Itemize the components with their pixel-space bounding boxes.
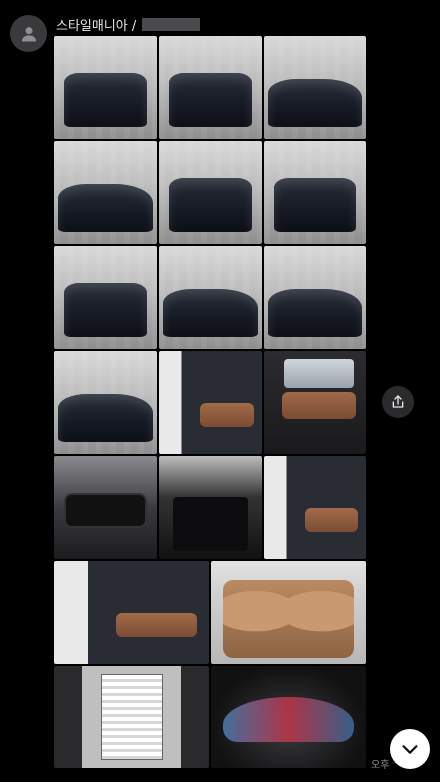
share-button[interactable] xyxy=(382,386,414,418)
photo-3[interactable] xyxy=(264,36,366,139)
photo-15[interactable] xyxy=(264,456,366,559)
chevron-down-icon xyxy=(402,745,418,754)
share-icon xyxy=(392,395,404,408)
photo-14[interactable] xyxy=(159,456,262,559)
photo-2[interactable] xyxy=(159,36,262,139)
photo-18[interactable] xyxy=(54,666,209,768)
sender-name: 스타일매니아 / xyxy=(56,15,201,34)
photo-7[interactable] xyxy=(54,246,157,349)
photo-1[interactable] xyxy=(54,36,157,139)
redacted-name xyxy=(142,17,201,31)
photo-5[interactable] xyxy=(159,141,262,244)
photo-11[interactable] xyxy=(159,351,262,454)
photo-13[interactable] xyxy=(54,456,157,559)
photo-19[interactable] xyxy=(211,666,366,768)
sender-avatar[interactable] xyxy=(10,15,47,52)
photo-12[interactable] xyxy=(264,351,366,454)
photo-8[interactable] xyxy=(159,246,262,349)
person-icon xyxy=(21,26,36,41)
photo-6[interactable] xyxy=(264,141,366,244)
scroll-to-bottom-button[interactable] xyxy=(390,729,430,769)
photo-9[interactable] xyxy=(264,246,366,349)
photo-16[interactable] xyxy=(54,561,209,664)
photo-album xyxy=(54,36,366,768)
photo-17[interactable] xyxy=(211,561,366,664)
photo-10[interactable] xyxy=(54,351,157,454)
sender-name-text: 스타일매니아 / xyxy=(56,18,137,34)
photo-4[interactable] xyxy=(54,141,157,244)
message-time: 오후 xyxy=(371,760,390,771)
